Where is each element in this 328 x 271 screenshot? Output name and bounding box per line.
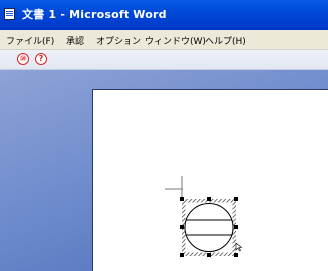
- cursor-icon: [235, 242, 243, 252]
- resize-handles[interactable]: [180, 197, 238, 257]
- crosshair-guide: [165, 176, 183, 200]
- circle-shape[interactable]: [184, 203, 234, 252]
- shape-selection-frame[interactable]: [182, 199, 236, 256]
- selected-shape-layer: [165, 176, 243, 257]
